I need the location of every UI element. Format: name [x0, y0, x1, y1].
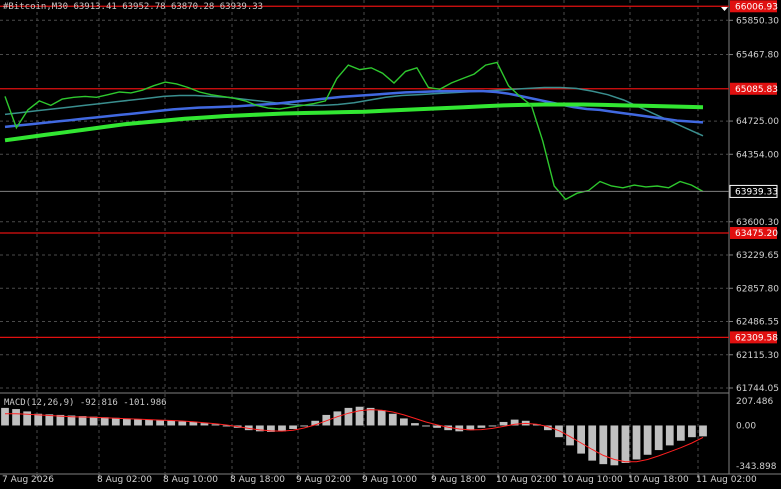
- level-price-label: 65085.83: [735, 85, 778, 95]
- price-tick-label: 63600.30: [736, 218, 779, 228]
- macd-histogram-bar: [366, 407, 375, 426]
- macd-histogram-bar: [89, 416, 98, 426]
- macd-histogram-bar: [477, 425, 486, 428]
- time-tick-label: 9 Aug 02:00: [296, 475, 351, 485]
- macd-histogram-bar: [200, 423, 209, 426]
- macd-histogram-bar: [333, 411, 342, 426]
- macd-histogram-bar: [122, 418, 131, 426]
- macd-histogram-bar: [577, 425, 586, 454]
- price-tick-label: 63229.65: [736, 251, 779, 261]
- macd-histogram-bar: [411, 423, 419, 426]
- time-tick-label: 10 Aug 02:00: [496, 475, 557, 485]
- macd-histogram-bar: [422, 425, 430, 427]
- level-price-label: 66006.93: [735, 2, 778, 12]
- price-tick-label: 61744.05: [736, 384, 779, 394]
- macd-histogram-bar: [555, 425, 563, 438]
- macd-histogram-bar: [665, 425, 674, 446]
- macd-axis-label: 207.486: [736, 397, 773, 407]
- macd-histogram-bar: [355, 406, 364, 426]
- macd-histogram-bar: [289, 425, 297, 429]
- macd-histogram-bar: [300, 425, 309, 427]
- macd-histogram-bar: [588, 425, 597, 461]
- macd-histogram-bar: [111, 417, 120, 426]
- chart-window[interactable]: 65850.30 65467.80 64725.00 64354.00 63600.30…: [0, 0, 781, 489]
- price-tick-label: 65850.30: [736, 16, 779, 26]
- time-tick-label: 8 Aug 02:00: [97, 475, 152, 485]
- macd-histogram-bar: [676, 425, 685, 441]
- price-tick-label: 62857.80: [736, 284, 779, 294]
- time-tick-label: 8 Aug 18:00: [230, 475, 285, 485]
- macd-histogram-bar: [344, 407, 353, 426]
- price-tick-label: 65467.80: [736, 51, 779, 61]
- price-tick-label: 62486.55: [736, 318, 779, 328]
- time-tick-label: 11 Aug 02:00: [696, 475, 757, 485]
- macd-histogram-bar: [699, 425, 707, 437]
- macd-histogram-bar: [377, 410, 386, 426]
- macd-histogram-bar: [145, 419, 153, 426]
- level-price-label: 63475.20: [735, 229, 778, 239]
- time-tick-label: 9 Aug 18:00: [431, 475, 486, 485]
- price-tick-label: 64354.00: [736, 150, 779, 160]
- macd-histogram-bar: [189, 421, 198, 426]
- macd-histogram-bar: [488, 425, 497, 427]
- time-tick-label: 8 Aug 10:00: [163, 475, 218, 485]
- macd-histogram-bar: [156, 420, 164, 426]
- macd-histogram-bar: [688, 425, 696, 438]
- macd-histogram-bar: [12, 409, 20, 426]
- macd-axis-label: 0.00: [736, 421, 756, 431]
- symbol-info: #Bitcoin,M30 63913.41 63952.78 63870.28 …: [3, 2, 264, 12]
- level-price-label: 62309.58: [735, 333, 778, 343]
- macd-histogram-bar: [1, 407, 9, 426]
- macd-histogram-bar: [388, 413, 397, 426]
- macd-histogram-bar: [599, 425, 608, 465]
- macd-histogram-bar: [167, 420, 176, 426]
- macd-axis-label: -343.898: [736, 462, 777, 472]
- macd-signal-line: [5, 409, 704, 463]
- macd-histogram-bar: [499, 421, 508, 426]
- current-price-label: 63939.33: [735, 187, 778, 197]
- macd-histogram-bar: [134, 419, 142, 426]
- time-tick-label: 10 Aug 18:00: [628, 475, 689, 485]
- macd-histogram-bar: [399, 418, 408, 426]
- macd-histogram-bar: [23, 411, 32, 426]
- time-tick-label: 10 Aug 10:00: [562, 475, 623, 485]
- macd-histogram-bar: [632, 425, 641, 460]
- macd-histogram-bar: [100, 417, 109, 426]
- price-tick-label: 62115.30: [736, 351, 779, 361]
- macd-histogram-bar: [643, 425, 652, 455]
- macd-histogram-bar: [178, 421, 187, 426]
- macd-histogram-bar: [621, 425, 630, 463]
- price-line: [4, 61, 704, 201]
- macd-label: MACD(12,26,9) -92.816 -101.986: [4, 398, 167, 408]
- time-tick-label: 9 Aug 10:00: [362, 475, 417, 485]
- macd-histogram-bar: [654, 425, 663, 451]
- chart-shift-arrow-icon[interactable]: [721, 7, 728, 11]
- price-tick-label: 64725.00: [736, 117, 779, 127]
- time-tick-label: 7 Aug 2026: [2, 475, 54, 485]
- price-chart-svg[interactable]: 65850.30 65467.80 64725.00 64354.00 63600.30…: [0, 0, 781, 489]
